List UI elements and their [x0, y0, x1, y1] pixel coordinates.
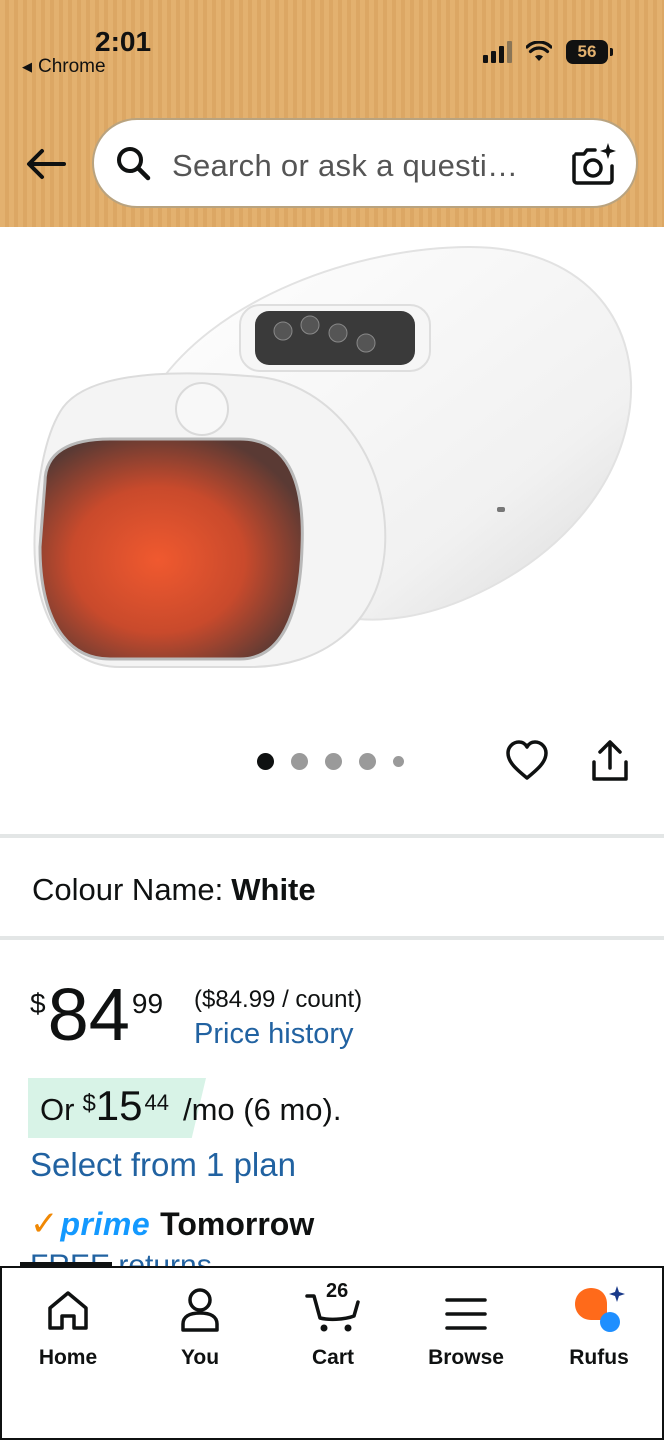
installment-currency: $ [82, 1090, 96, 1117]
price-fraction: 99 [131, 988, 164, 1019]
price-currency: $ [30, 988, 46, 1019]
prime-delivery: ✓ prime Tomorrow [30, 1204, 314, 1244]
select-plan-link[interactable]: Select from 1 plan [30, 1146, 296, 1184]
back-app-label: Chrome [38, 56, 106, 77]
camera-lens-icon[interactable] [570, 140, 618, 188]
menu-icon [445, 1298, 487, 1330]
status-icons: 56 [483, 40, 613, 64]
back-triangle-icon: ◀ [22, 59, 32, 74]
nav-cart[interactable]: 26 Cart [273, 1280, 393, 1370]
bottom-navigation: Home You 26 Cart Browse Rufus [0, 1266, 664, 1440]
prime-logo: prime [60, 1205, 151, 1242]
search-bar[interactable]: Search or ask a questi… [92, 118, 638, 208]
installment-price: Or $ 15 44 /mo (6 mo). [40, 1082, 342, 1129]
share-icon[interactable] [588, 738, 632, 784]
product-image[interactable] [0, 227, 664, 717]
unit-price: ($84.99 / count) [194, 986, 363, 1013]
back-arrow-icon[interactable] [22, 140, 70, 188]
prime-check-icon: ✓ [30, 1205, 59, 1243]
installment-term: /mo (6 mo). [183, 1092, 342, 1127]
nav-you[interactable]: You [140, 1286, 260, 1370]
heart-icon[interactable] [504, 738, 550, 784]
carousel-dot[interactable] [257, 753, 274, 770]
price-history-link[interactable]: Price history [194, 1018, 354, 1051]
home-icon [48, 1291, 88, 1330]
image-carousel-indicator[interactable] [257, 753, 404, 770]
wifi-icon [526, 41, 552, 61]
carousel-dot[interactable] [393, 756, 404, 767]
colour-value: White [231, 872, 316, 907]
carousel-dot[interactable] [325, 753, 342, 770]
status-time: 2:01 [95, 26, 152, 57]
rufus-icon [575, 1286, 625, 1332]
nav-rufus[interactable]: Rufus [539, 1286, 659, 1370]
product-price: $ 84 99 [30, 973, 164, 1056]
nav-rufus-label: Rufus [569, 1346, 629, 1369]
nav-browse[interactable]: Browse [406, 1286, 526, 1370]
nav-cart-label: Cart [311, 1346, 354, 1369]
delivery-day: Tomorrow [160, 1205, 315, 1242]
divider [0, 834, 664, 838]
installment-prefix: Or [40, 1092, 75, 1127]
colour-selection[interactable]: Colour Name: White [32, 872, 316, 908]
price-whole: 84 [47, 973, 130, 1056]
battery-indicator: 56 [566, 40, 613, 64]
nav-home-label: Home [38, 1346, 98, 1369]
carousel-dot[interactable] [291, 753, 308, 770]
colour-label: Colour Name: [32, 872, 224, 907]
nav-browse-label: Browse [428, 1346, 504, 1369]
carousel-dot[interactable] [359, 753, 376, 770]
search-icon [117, 147, 151, 181]
person-icon [181, 1288, 219, 1332]
cart-count-badge: 26 [326, 1280, 349, 1302]
nav-you-label: You [180, 1346, 220, 1369]
nav-home[interactable]: Home [8, 1286, 128, 1370]
divider [0, 936, 664, 940]
cellular-signal-icon [483, 41, 512, 63]
installment-fraction: 44 [144, 1090, 169, 1115]
app-header: 2:01 ◀ Chrome 56 Search or ask a questi… [0, 0, 664, 227]
search-input[interactable]: Search or ask a questi… [172, 148, 518, 184]
installment-whole: 15 [95, 1082, 143, 1129]
back-to-app[interactable]: ◀ Chrome [22, 56, 106, 78]
